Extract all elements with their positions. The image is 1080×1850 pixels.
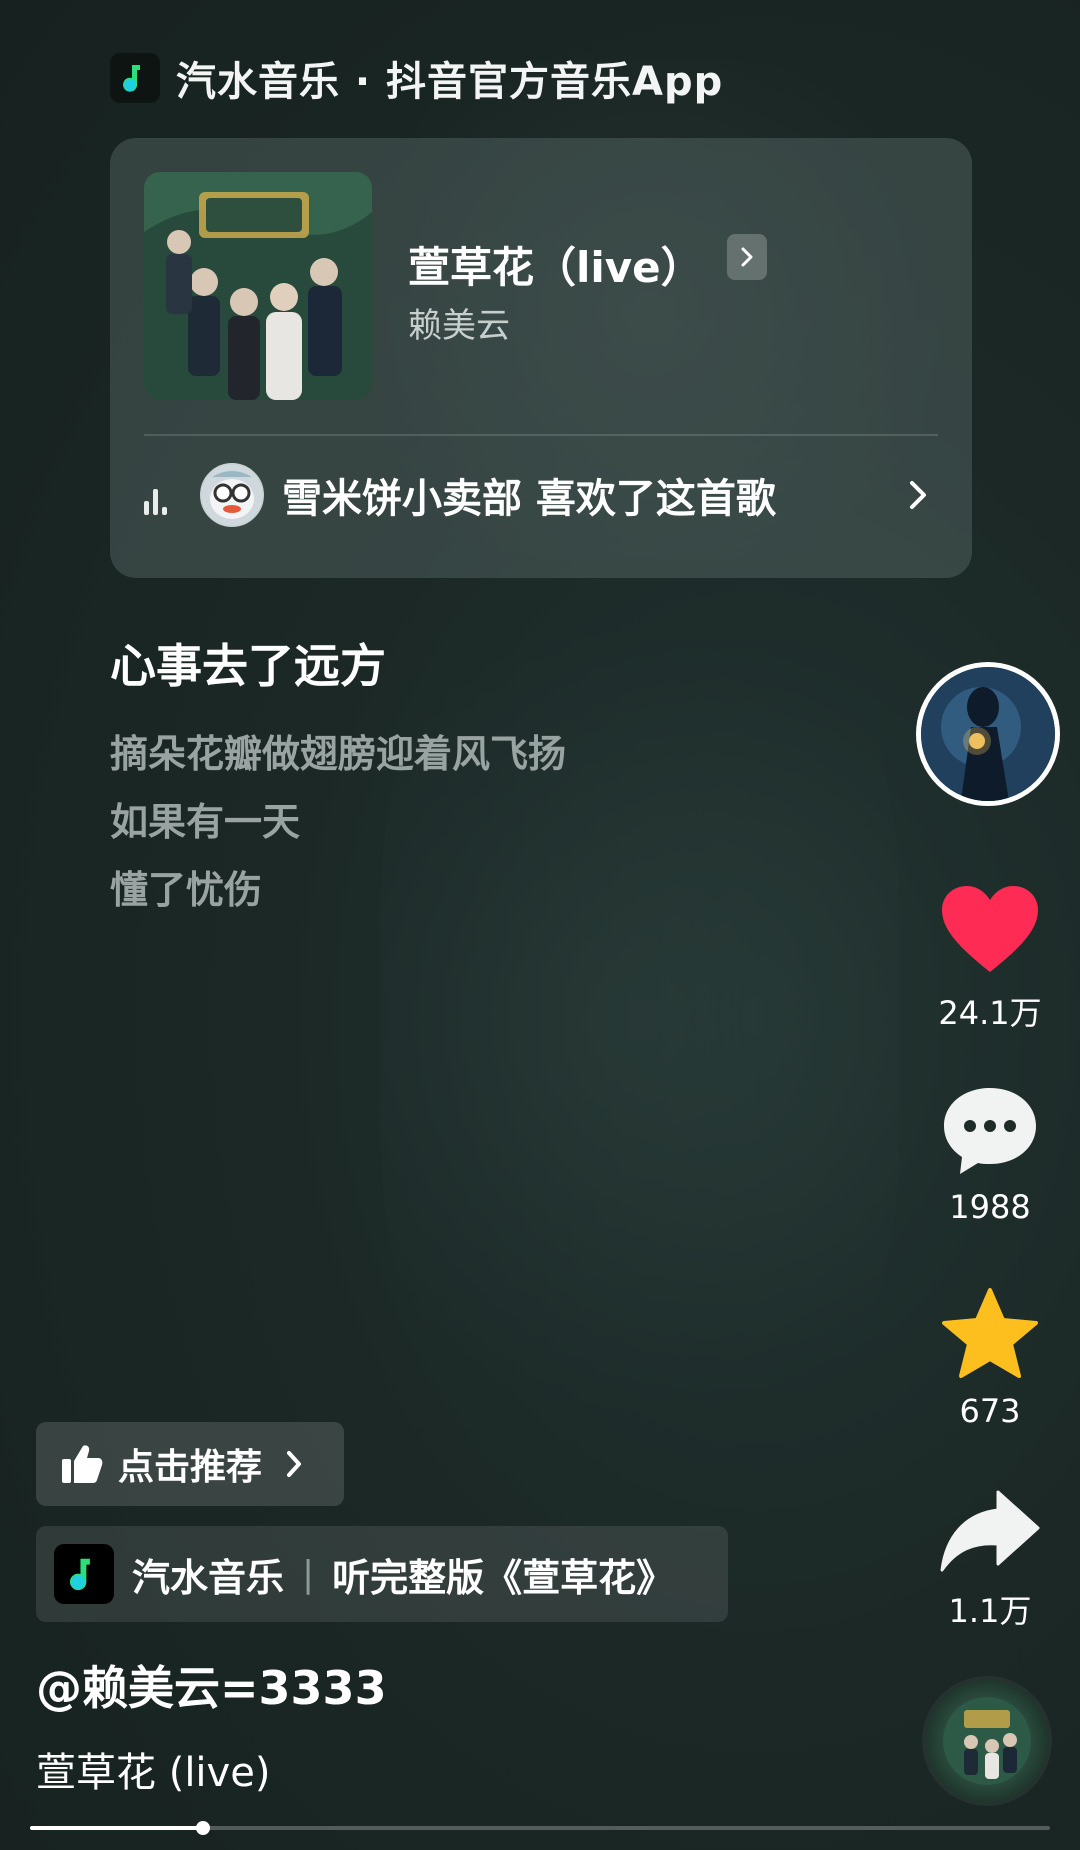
lyrics-panel: 心事去了远方 摘朵花瓣做翅膀迎着风飞扬 如果有一天 懂了忧伤 bbox=[110, 630, 566, 924]
qishui-music-logo-icon bbox=[54, 1544, 114, 1604]
equalizer-icon bbox=[144, 475, 184, 515]
brand-title: 汽水音乐 · 抖音官方音乐App bbox=[176, 59, 724, 105]
liked-by-row[interactable]: 雪米饼小卖部 喜欢了这首歌 bbox=[144, 456, 938, 534]
lyric-line: 如果有一天 bbox=[110, 800, 301, 844]
share-arrow-icon[interactable] bbox=[940, 1488, 1040, 1574]
recommend-button[interactable]: 点击推荐 bbox=[36, 1422, 344, 1506]
playback-progress[interactable] bbox=[30, 1821, 1050, 1835]
avatar[interactable] bbox=[200, 463, 264, 527]
recommend-label: 点击推荐 bbox=[118, 1447, 263, 1488]
comment-count: 1988 bbox=[949, 1188, 1031, 1226]
lyric-line: 摘朵花瓣做翅膀迎着风飞扬 bbox=[110, 732, 567, 776]
full-version-banner[interactable]: 汽水音乐 | 听完整版《萱草花》 bbox=[36, 1526, 728, 1622]
song-artist[interactable]: 赖美云 bbox=[408, 298, 510, 347]
share-count: 1.1万 bbox=[948, 1592, 1032, 1630]
share-button[interactable]: 1.1万 bbox=[930, 1488, 1050, 1632]
favorite-count: 673 bbox=[959, 1392, 1021, 1430]
like-count: 24.1万 bbox=[938, 994, 1042, 1032]
thumbs-up-icon bbox=[62, 1445, 103, 1483]
lyric-line: 懂了忧伤 bbox=[110, 868, 263, 912]
lyric-current: 心事去了远方 bbox=[110, 639, 386, 693]
star-icon[interactable] bbox=[940, 1286, 1040, 1380]
comment-button[interactable]: 1988 bbox=[930, 1084, 1050, 1226]
song-title[interactable]: 萱草花（live） bbox=[408, 234, 703, 295]
chevron-right-icon[interactable] bbox=[727, 234, 767, 280]
promo-app-name: 汽水音乐 bbox=[132, 1555, 285, 1600]
comment-bubble-icon[interactable] bbox=[940, 1084, 1040, 1176]
music-disc[interactable] bbox=[922, 1676, 1052, 1806]
like-button[interactable]: 24.1万 bbox=[930, 884, 1050, 1034]
song-card[interactable]: 萱草花（live） 赖美云 雪米饼小卖部 喜欢了这首歌 bbox=[110, 138, 972, 578]
progress-handle[interactable] bbox=[196, 1821, 211, 1835]
author-handle[interactable]: @赖美云=3333 bbox=[36, 1652, 387, 1718]
liked-by-text: 雪米饼小卖部 喜欢了这首歌 bbox=[282, 476, 776, 522]
progress-fill bbox=[30, 1826, 204, 1830]
card-divider bbox=[144, 434, 938, 436]
brand-header: 汽水音乐 · 抖音官方音乐App bbox=[110, 50, 723, 106]
promo-text: 听完整版《萱草花》 bbox=[332, 1555, 675, 1600]
video-description[interactable]: 萱草花 (live) bbox=[36, 1740, 270, 1798]
chevron-right-icon bbox=[287, 1451, 302, 1477]
heart-icon[interactable] bbox=[940, 884, 1040, 976]
album-cover[interactable] bbox=[144, 172, 372, 400]
chevron-right-icon[interactable] bbox=[898, 475, 938, 515]
qishui-music-logo-icon bbox=[110, 53, 160, 103]
creator-avatar[interactable] bbox=[916, 662, 1060, 806]
separator: | bbox=[302, 1553, 315, 1595]
video-stage[interactable]: 汽水音乐 · 抖音官方音乐App 萱草花（live） 赖美云 雪米饼小卖部 喜欢… bbox=[0, 0, 1080, 1850]
favorite-button[interactable]: 673 bbox=[930, 1286, 1050, 1430]
